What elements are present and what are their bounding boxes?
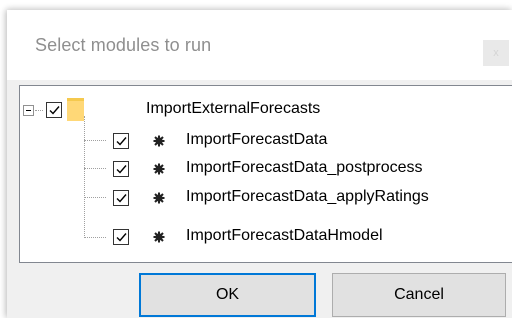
- tree-connector: [84, 140, 106, 141]
- tree-connector: [84, 197, 106, 198]
- tree-item-label[interactable]: ImportForecastData: [186, 131, 327, 149]
- tree-connector: [84, 237, 106, 238]
- dialog-titlebar: Select modules to run x: [7, 10, 512, 80]
- collapse-toggle-icon[interactable]: [23, 105, 34, 116]
- select-modules-dialog: Select modules to run x ImportExternalFo…: [7, 10, 512, 318]
- tree-connector: [35, 110, 43, 111]
- screen: Select modules to run x ImportExternalFo…: [0, 0, 512, 318]
- gear-icon: [153, 192, 165, 204]
- gear-icon: [153, 135, 165, 147]
- module-checkbox[interactable]: [113, 133, 129, 149]
- ok-button[interactable]: OK: [139, 273, 316, 317]
- tree-item-label[interactable]: ImportExternalForecasts: [146, 100, 320, 118]
- gear-icon: [153, 163, 165, 175]
- folder-icon: [67, 98, 84, 121]
- tree-item-label[interactable]: ImportForecastData_applyRatings: [186, 188, 429, 206]
- module-checkbox[interactable]: [113, 190, 129, 206]
- tree-connector: [84, 168, 106, 169]
- tree-connector: [84, 116, 85, 238]
- cancel-button[interactable]: Cancel: [332, 273, 506, 317]
- gear-icon: [153, 231, 165, 243]
- close-icon: x: [493, 47, 499, 59]
- dialog-title: Select modules to run: [35, 35, 212, 55]
- close-button[interactable]: x: [483, 40, 509, 66]
- module-checkbox[interactable]: [113, 161, 129, 177]
- tree-item-label[interactable]: ImportForecastData_postprocess: [186, 159, 423, 177]
- module-checkbox[interactable]: [113, 229, 129, 245]
- root-checkbox[interactable]: [46, 102, 62, 118]
- module-tree[interactable]: ImportExternalForecasts ImportForecastDa…: [19, 85, 512, 263]
- tree-item-label[interactable]: ImportForecastDataHmodel: [186, 227, 383, 245]
